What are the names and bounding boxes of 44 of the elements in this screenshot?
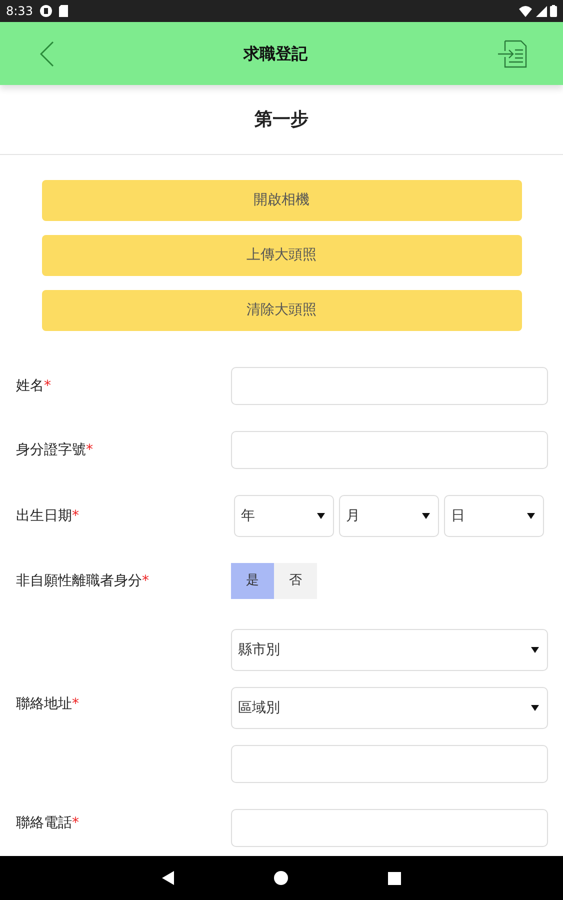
input-field[interactable] xyxy=(231,809,548,847)
input-field[interactable] xyxy=(231,745,548,783)
required-mark: * xyxy=(72,694,79,714)
signal-icon xyxy=(536,6,546,16)
required-mark: * xyxy=(86,440,93,460)
field-label: 姓名 xyxy=(16,376,44,396)
field-label: 非自願性離職者身分 xyxy=(16,572,142,590)
dropdown-caret-icon xyxy=(531,705,539,711)
required-mark: * xyxy=(72,506,79,526)
notification-icon xyxy=(40,5,52,17)
required-mark: * xyxy=(72,814,79,833)
photo-button[interactable]: 清除大頭照 xyxy=(42,290,522,331)
document-icon[interactable] xyxy=(497,40,527,68)
photo-button[interactable]: 開啟相機 xyxy=(42,180,522,221)
field-label: 身分證字號 xyxy=(16,440,86,460)
field-label: 聯絡地址 xyxy=(16,694,72,714)
dropdown-field[interactable]: 日 xyxy=(444,495,544,537)
back-nav-icon[interactable] xyxy=(162,871,174,885)
field-label: 聯絡電話 xyxy=(16,814,72,833)
field-label: 出生日期 xyxy=(16,506,72,526)
dropdown-caret-icon xyxy=(527,513,535,519)
dropdown-field[interactable]: 區域別 xyxy=(231,687,548,729)
dropdown-field[interactable]: 月 xyxy=(339,495,439,537)
step-title: 第一步 xyxy=(254,108,308,132)
home-icon[interactable] xyxy=(274,871,288,885)
recents-icon[interactable] xyxy=(388,872,401,884)
dropdown-caret-icon xyxy=(531,647,539,653)
dropdown-field[interactable]: 縣市別 xyxy=(231,629,548,671)
required-mark: * xyxy=(44,376,51,396)
dropdown-caret-icon xyxy=(317,513,325,519)
dropdown-field[interactable]: 年 xyxy=(234,495,334,537)
sd-card-icon xyxy=(58,5,68,17)
status-time: 8:33 xyxy=(6,3,33,20)
toggle-option[interactable]: 是 xyxy=(231,563,274,599)
toggle-option[interactable]: 否 xyxy=(274,563,317,599)
input-field[interactable] xyxy=(231,431,548,469)
back-icon[interactable] xyxy=(40,40,54,66)
photo-button[interactable]: 上傳大頭照 xyxy=(42,235,522,276)
battery-icon xyxy=(550,5,557,17)
wifi-icon xyxy=(519,6,532,16)
dropdown-caret-icon xyxy=(422,513,430,519)
page-title: 求職登記 xyxy=(244,42,308,64)
input-field[interactable] xyxy=(231,367,548,405)
required-mark: * xyxy=(142,572,149,590)
